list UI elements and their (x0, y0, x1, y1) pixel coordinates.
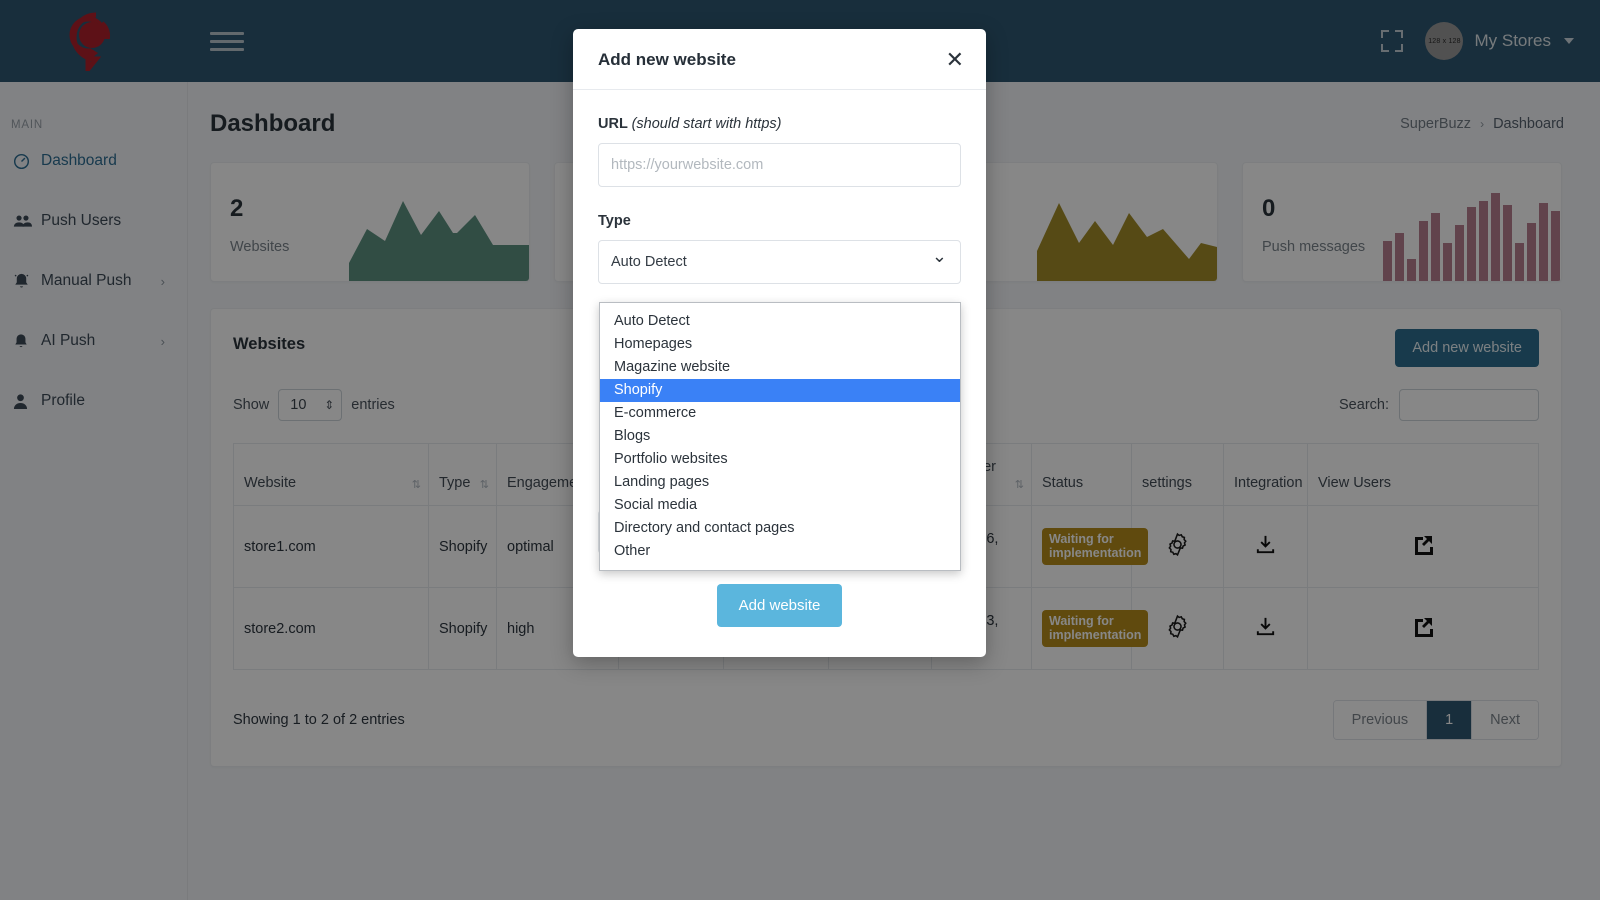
dropdown-option[interactable]: E-commerce (600, 402, 960, 425)
type-field-label: Type (598, 213, 961, 229)
add-website-submit-button[interactable]: Add website (717, 584, 843, 627)
type-dropdown-list: Auto Detect Homepages Magazine website S… (599, 302, 961, 571)
dropdown-option[interactable]: Portfolio websites (600, 448, 960, 471)
dropdown-option[interactable]: Homepages (600, 333, 960, 356)
url-input[interactable] (598, 143, 961, 187)
dropdown-option[interactable]: Directory and contact pages (600, 517, 960, 540)
dropdown-option[interactable]: Auto Detect (600, 310, 960, 333)
dropdown-option[interactable]: Blogs (600, 425, 960, 448)
url-label-text: URL (598, 116, 632, 132)
modal-title: Add new website (598, 50, 736, 70)
url-label-hint: (should start with https) (632, 116, 782, 132)
dropdown-option[interactable]: Other (600, 540, 960, 563)
dropdown-option[interactable]: Landing pages (600, 471, 960, 494)
dropdown-option[interactable]: Social media (600, 494, 960, 517)
url-field-label: URL (should start with https) (598, 116, 961, 132)
dropdown-option[interactable]: Magazine website (600, 356, 960, 379)
dropdown-option-selected[interactable]: Shopify (600, 379, 960, 402)
modal-header: Add new website ✕ (573, 29, 986, 90)
close-icon[interactable]: ✕ (946, 49, 964, 71)
app-root: 128 x 128 My Stores MAIN Dashboard Push … (0, 0, 1600, 900)
type-select[interactable]: Auto Detect (598, 240, 961, 284)
